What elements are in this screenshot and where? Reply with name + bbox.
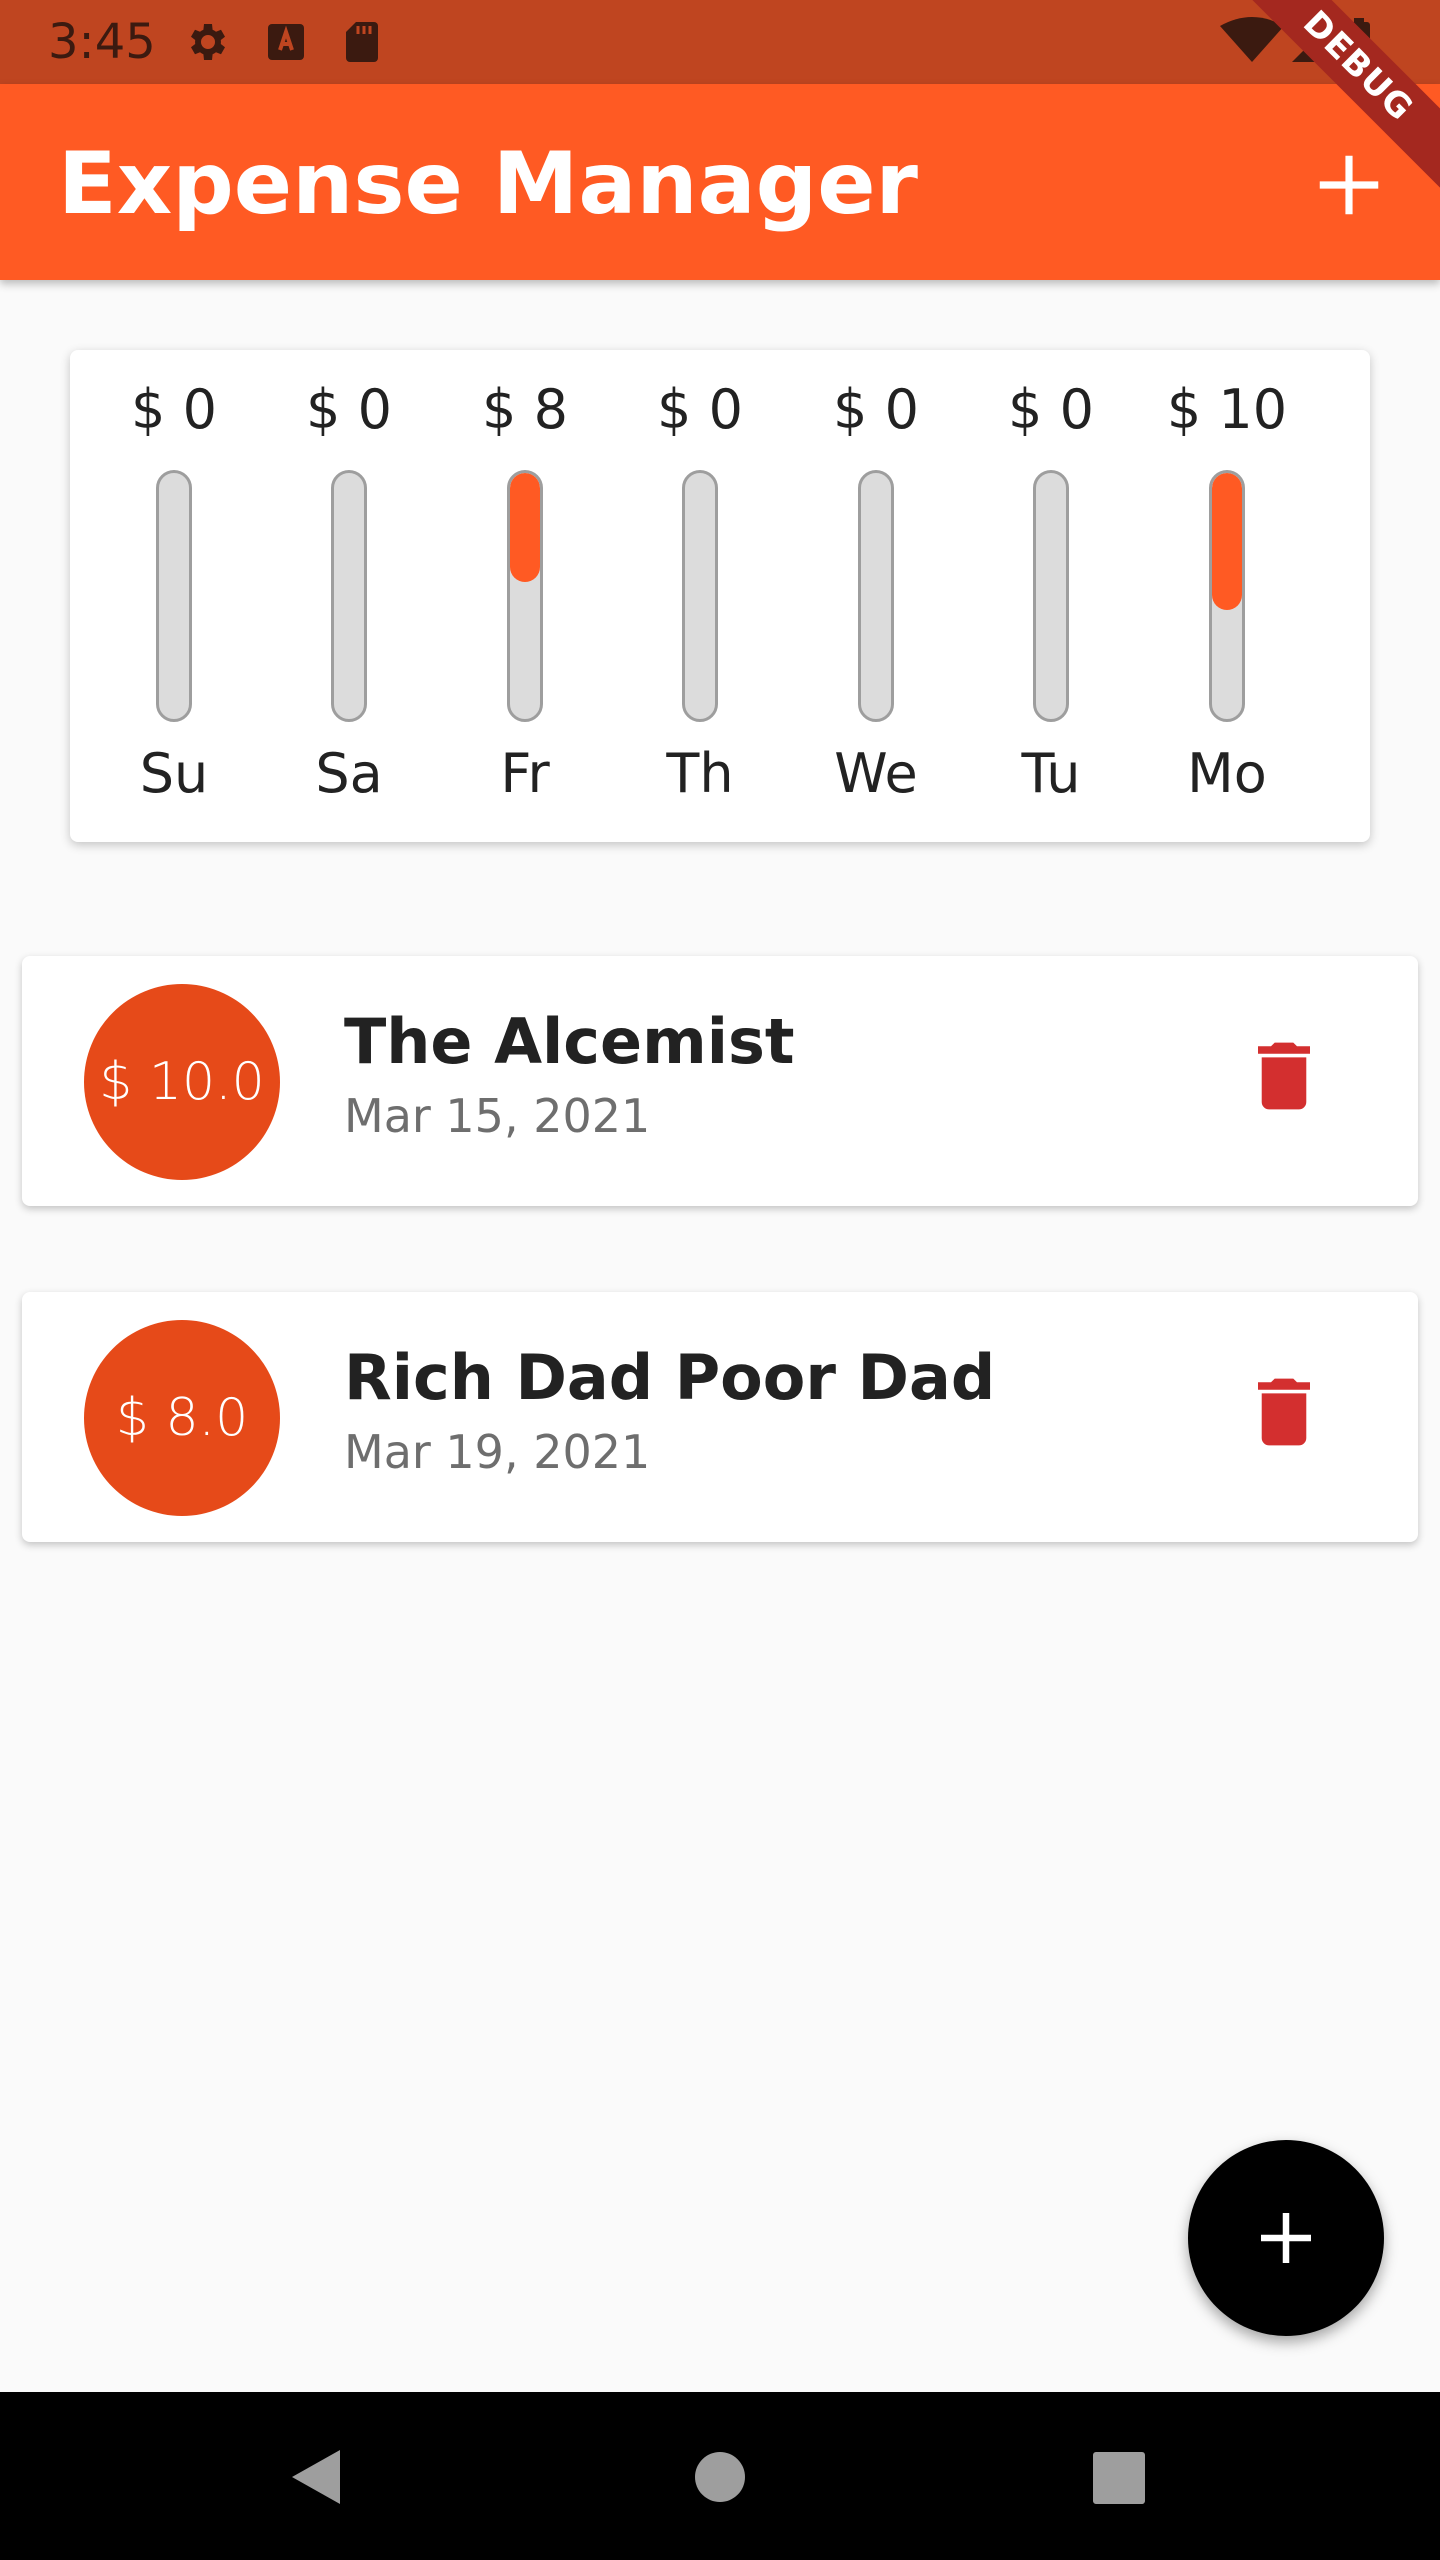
gear-icon [191,24,225,60]
chart-column: $ 0 Th [612,350,788,842]
chart-bar-track [507,470,543,722]
home-circle-icon[interactable] [685,2442,755,2512]
chart-bar-track [1209,470,1245,722]
chart-amount-label: $ 0 [131,378,217,441]
text-a-icon [268,24,304,60]
chart-bar-track [858,470,894,722]
amount-avatar: $ 8.0 [84,1320,280,1516]
sd-card-icon [346,22,378,62]
chart-amount-label: $ 0 [657,378,743,441]
chart-bar-track [682,470,718,722]
transaction-title: The Alcemist [344,1005,795,1078]
chart-day-label: Su [139,742,209,805]
trash-icon[interactable] [1258,1041,1310,1111]
weekly-chart-card: $ 0 Su $ 0 Sa $ 8 Fr $ 0 Th $ 0 We $ 0 T… [70,350,1370,842]
chart-bar-track [331,470,367,722]
back-triangle-icon[interactable] [284,2442,354,2512]
amount-avatar: $ 10.0 [84,984,280,1180]
chart-column: $ 10 Mo [1139,350,1315,842]
plus-icon[interactable] [1310,146,1388,224]
chart-column: $ 0 We [788,350,964,842]
status-time: 3:45 [48,14,156,70]
plus-icon [1261,2213,1311,2263]
chart-day-label: Tu [1021,742,1081,805]
transaction-date: Mar 15, 2021 [344,1089,651,1143]
system-nav-bar [0,2392,1440,2560]
chart-day-label: Sa [315,742,383,805]
chart-amount-label: $ 0 [833,378,919,441]
chart-amount-label: $ 0 [306,378,392,441]
chart-bar-track [156,470,192,722]
chart-amount-label: $ 0 [1008,378,1094,441]
app-title: Expense Manager [58,134,918,234]
chart-amount-label: $ 8 [482,378,568,441]
recents-square-icon[interactable] [1083,2442,1153,2512]
chart-bar-track [1033,470,1069,722]
chart-day-label: Fr [500,742,550,805]
transaction-card: $ 10.0 The Alcemist Mar 15, 2021 [22,956,1418,1206]
chart-column: $ 0 Tu [963,350,1139,842]
status-bar: 3:45 [0,0,1440,84]
chart-day-label: Mo [1187,742,1267,805]
chart-day-label: Th [666,742,734,805]
app-bar: Expense Manager [0,84,1440,280]
chart-bar-fill [510,473,540,583]
chart-bar-fill [1212,473,1242,610]
chart-column: $ 0 Su [86,350,262,842]
add-transaction-fab[interactable] [1188,2140,1384,2336]
transaction-title: Rich Dad Poor Dad [344,1341,996,1414]
wifi-icon [1220,17,1284,62]
chart-day-label: We [834,742,918,805]
chart-amount-label: $ 10 [1166,378,1288,441]
trash-icon[interactable] [1258,1377,1310,1447]
chart-column: $ 0 Sa [261,350,437,842]
transaction-date: Mar 19, 2021 [344,1425,651,1479]
chart-column: $ 8 Fr [437,350,613,842]
transaction-card: $ 8.0 Rich Dad Poor Dad Mar 19, 2021 [22,1292,1418,1542]
